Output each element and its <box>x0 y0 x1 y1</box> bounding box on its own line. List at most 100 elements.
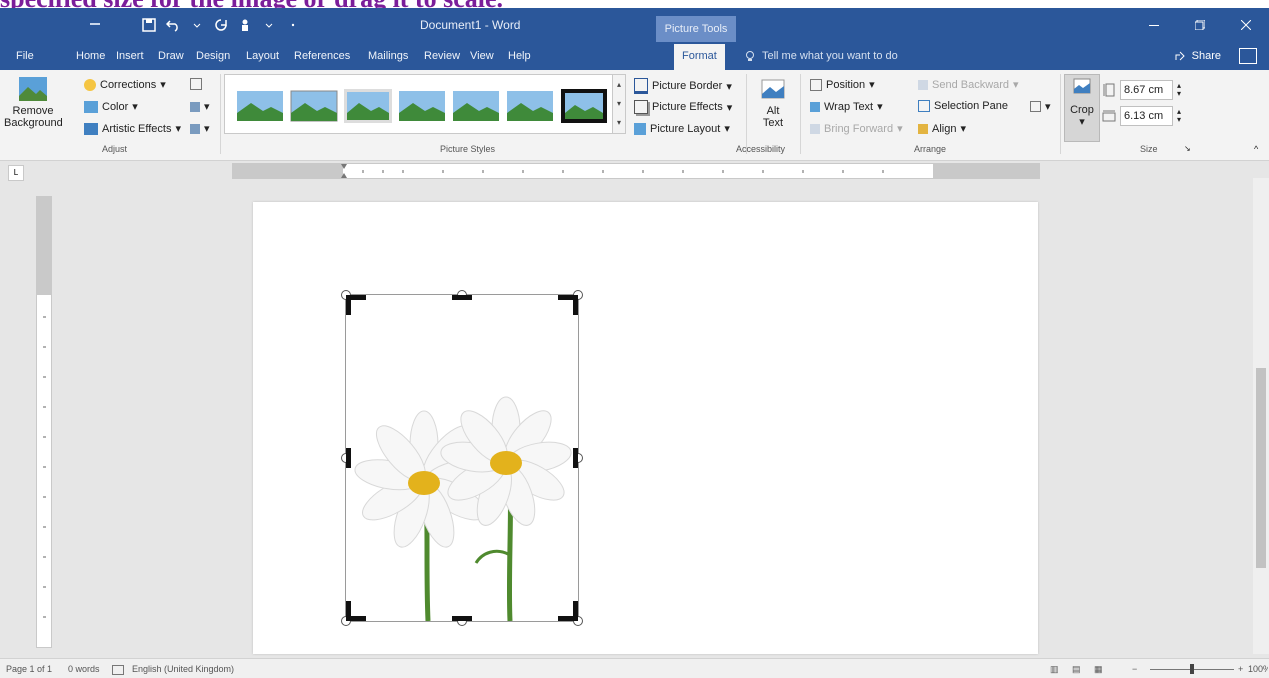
selected-picture[interactable] <box>341 290 583 626</box>
vertical-scrollbar[interactable] <box>1253 178 1269 654</box>
tab-format[interactable]: Format <box>674 44 725 70</box>
alt-text-button[interactable]: Alt Text <box>756 78 790 129</box>
tab-review[interactable]: Review <box>416 42 468 70</box>
selection-pane-label: Selection Pane <box>934 100 1008 112</box>
align-label: Align <box>932 122 957 135</box>
customize-qat-icon[interactable] <box>86 16 104 34</box>
align-button[interactable]: Align ▾ <box>918 122 966 135</box>
dropdown-icon: ▾ <box>869 79 875 91</box>
wrap-text-button[interactable]: Wrap Text ▾ <box>810 100 883 113</box>
remove-background-icon <box>19 77 47 101</box>
word-count[interactable]: 0 words <box>68 659 100 678</box>
crop-handle-bottom-left[interactable] <box>346 601 351 621</box>
dropdown-icon[interactable] <box>188 16 206 34</box>
crop-handle-top[interactable] <box>452 295 472 300</box>
reset-picture-icon[interactable]: ▾ <box>190 122 210 135</box>
picture-style-6[interactable] <box>503 83 557 129</box>
size-dialog-launcher-icon[interactable]: ↘ <box>1184 144 1191 153</box>
zoom-level[interactable]: 100% <box>1248 659 1268 678</box>
change-picture-icon[interactable]: ▾ <box>190 100 210 113</box>
spinner-icon[interactable]: ▴ ▾ <box>1177 108 1181 124</box>
undo-icon[interactable] <box>164 16 182 34</box>
page-count[interactable]: Page 1 of 1 <box>6 659 52 678</box>
remove-background-label-2: Background <box>4 117 63 129</box>
picture-style-3[interactable] <box>341 83 395 129</box>
more-icon[interactable] <box>284 16 302 34</box>
crop-icon <box>1073 78 1091 94</box>
crop-label: Crop <box>1070 104 1094 116</box>
ribbon-tab-bar: File Home Insert Draw Design Layout Refe… <box>0 42 1269 70</box>
tab-help[interactable]: Help <box>500 42 539 70</box>
tab-insert[interactable]: Insert <box>108 42 152 70</box>
bring-forward-button[interactable]: Bring Forward ▾ <box>810 122 903 135</box>
read-mode-icon[interactable]: ▥ <box>1050 659 1059 678</box>
picture-style-4[interactable] <box>395 83 449 129</box>
selection-pane-button[interactable]: Selection Pane <box>918 100 1008 112</box>
close-icon[interactable] <box>1223 8 1269 42</box>
picture-style-5[interactable] <box>449 83 503 129</box>
crop-button[interactable]: Crop ▾ <box>1064 74 1100 142</box>
artistic-effects-button[interactable]: Artistic Effects ▾ <box>84 122 181 135</box>
crop-handle-top-left[interactable] <box>346 295 351 315</box>
shape-width-field: 6.13 cm ▴ ▾ <box>1102 106 1181 126</box>
picture-effects-button[interactable]: Picture Effects ▾ <box>634 100 732 114</box>
color-icon <box>84 100 98 113</box>
crop-handle-left[interactable] <box>346 448 351 468</box>
rotate-icon[interactable]: ▾ <box>1030 100 1051 113</box>
send-backward-button[interactable]: Send Backward ▾ <box>918 78 1019 91</box>
crop-handle-top-right[interactable] <box>573 295 578 315</box>
color-button[interactable]: Color ▾ <box>84 100 138 113</box>
crop-handle-bottom[interactable] <box>452 616 472 621</box>
tab-file[interactable]: File <box>8 42 42 70</box>
print-layout-icon[interactable]: ▤ <box>1072 659 1081 678</box>
tab-mailings[interactable]: Mailings <box>360 42 416 70</box>
remove-background-button[interactable]: Remove Background <box>4 76 63 129</box>
redo-icon[interactable] <box>212 16 230 34</box>
tab-selector-icon[interactable]: L <box>8 165 24 181</box>
touch-mode-icon[interactable] <box>236 16 254 34</box>
vertical-ruler[interactable] <box>36 196 52 648</box>
tab-layout[interactable]: Layout <box>238 42 287 70</box>
crop-handle-bottom-right[interactable] <box>573 601 578 621</box>
crop-handle-right[interactable] <box>573 448 578 468</box>
tab-home[interactable]: Home <box>68 42 113 70</box>
wrap-text-icon <box>810 101 820 112</box>
tab-draw[interactable]: Draw <box>150 42 192 70</box>
zoom-in-icon[interactable]: + <box>1238 659 1243 678</box>
dropdown-icon[interactable] <box>260 16 278 34</box>
zoom-slider-thumb[interactable] <box>1190 664 1194 674</box>
web-layout-icon[interactable]: ▦ <box>1094 659 1103 678</box>
tab-view[interactable]: View <box>462 42 502 70</box>
tell-me-box[interactable]: Tell me what you want to do <box>744 42 898 70</box>
minimize-icon[interactable] <box>1131 8 1177 42</box>
tab-design[interactable]: Design <box>188 42 238 70</box>
position-button[interactable]: Position ▾ <box>810 78 875 91</box>
comments-icon[interactable] <box>1239 48 1257 64</box>
height-input[interactable]: 8.67 cm <box>1120 80 1173 100</box>
spinner-icon[interactable]: ▴ ▾ <box>1177 82 1181 98</box>
gallery-scroll[interactable]: ▴ ▾ ▾ <box>612 74 626 134</box>
width-input[interactable]: 6.13 cm <box>1120 106 1173 126</box>
restore-icon[interactable] <box>1177 8 1223 42</box>
picture-border-button[interactable]: Picture Border ▾ <box>634 78 732 94</box>
picture-style-1[interactable] <box>233 83 287 129</box>
share-button[interactable]: Share <box>1174 42 1221 70</box>
language[interactable]: English (United Kingdom) <box>132 659 234 678</box>
proofing-icon[interactable] <box>112 659 124 678</box>
collapse-ribbon-icon[interactable]: ^ <box>1254 144 1258 154</box>
vruler-ticks <box>43 316 46 618</box>
corrections-button[interactable]: Corrections ▾ <box>84 78 166 91</box>
picture-border-label: Picture Border <box>652 80 723 92</box>
bring-forward-label: Bring Forward <box>824 122 894 135</box>
share-icon <box>1175 51 1185 61</box>
alt-text-label-2: Text <box>762 117 784 129</box>
zoom-out-icon[interactable]: − <box>1132 659 1137 678</box>
scrollbar-thumb[interactable] <box>1256 368 1266 568</box>
save-icon[interactable] <box>140 16 158 34</box>
compress-pictures-icon[interactable] <box>190 78 202 90</box>
picture-layout-button[interactable]: Picture Layout ▾ <box>634 122 730 135</box>
picture-style-2[interactable] <box>287 83 341 129</box>
tab-references[interactable]: References <box>286 42 358 70</box>
horizontal-ruler[interactable] <box>232 163 1040 179</box>
picture-style-7[interactable] <box>557 83 611 129</box>
